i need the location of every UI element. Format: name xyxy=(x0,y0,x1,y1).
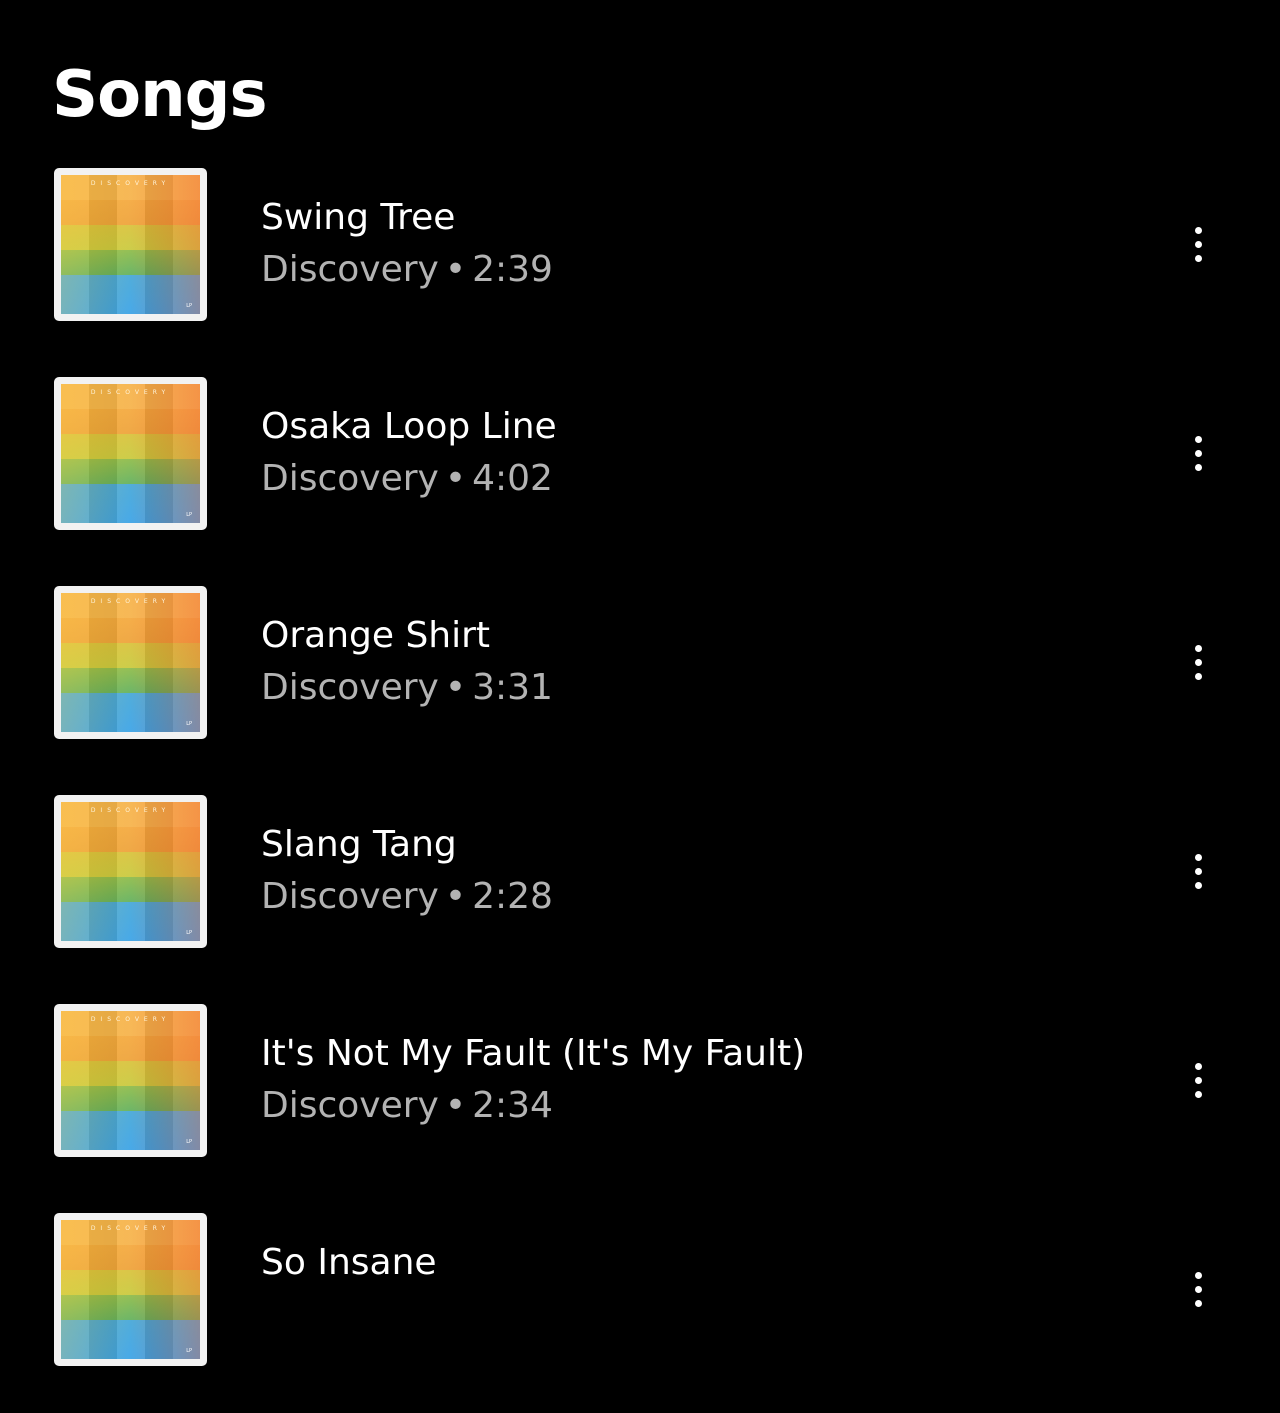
song-title: So Insane xyxy=(261,1242,437,1283)
song-album: Discovery xyxy=(261,876,439,917)
meta-separator: • xyxy=(444,876,467,917)
song-row[interactable]: DISCOVERY LP Swing Tree Discovery • 2:39 xyxy=(0,159,1280,368)
song-album: Discovery xyxy=(261,1085,439,1126)
song-album: Discovery xyxy=(261,249,439,290)
song-title: It's Not My Fault (It's My Fault) xyxy=(261,1033,806,1074)
more-vertical-icon[interactable] xyxy=(1178,1048,1218,1112)
album-cover-mark: LP xyxy=(186,930,192,936)
album-cover-label: DISCOVERY xyxy=(90,807,171,814)
album-cover-mark: LP xyxy=(186,721,192,727)
song-duration: 3:31 xyxy=(472,667,553,708)
song-title: Osaka Loop Line xyxy=(261,406,557,447)
song-title: Orange Shirt xyxy=(261,615,491,656)
song-duration: 2:28 xyxy=(472,876,553,917)
song-list: DISCOVERY LP Swing Tree Discovery • 2:39 D… xyxy=(0,159,1280,1413)
meta-separator: • xyxy=(444,458,467,499)
more-vertical-icon[interactable] xyxy=(1178,630,1218,694)
song-duration: 4:02 xyxy=(472,458,553,499)
song-title: Swing Tree xyxy=(261,197,456,238)
song-row[interactable]: DISCOVERY LP Orange Shirt Discovery • 3:31 xyxy=(0,577,1280,786)
album-cover-label: DISCOVERY xyxy=(90,389,171,396)
more-vertical-icon[interactable] xyxy=(1178,421,1218,485)
album-cover: DISCOVERY LP xyxy=(54,168,207,321)
meta-separator: • xyxy=(444,667,467,708)
song-meta: Discovery • 2:34 xyxy=(261,1080,805,1132)
album-cover: DISCOVERY LP xyxy=(54,377,207,530)
album-cover-mark: LP xyxy=(186,1139,192,1145)
album-cover-label: DISCOVERY xyxy=(90,180,171,187)
song-row[interactable]: DISCOVERY LP So Insane xyxy=(0,1204,1280,1413)
album-cover-label: DISCOVERY xyxy=(90,1225,171,1232)
album-cover: DISCOVERY LP xyxy=(54,795,207,948)
song-row[interactable]: DISCOVERY LP Osaka Loop Line Discovery • 4… xyxy=(0,368,1280,577)
song-duration: 2:39 xyxy=(472,249,553,290)
song-row[interactable]: DISCOVERY LP Slang Tang Discovery • 2:28 xyxy=(0,786,1280,995)
album-cover-label: DISCOVERY xyxy=(90,1016,171,1023)
meta-separator: • xyxy=(444,249,467,290)
album-cover-mark: LP xyxy=(186,512,192,518)
album-cover: DISCOVERY LP xyxy=(54,586,207,739)
album-cover-label: DISCOVERY xyxy=(90,598,171,605)
song-meta: Discovery • 2:39 xyxy=(261,244,553,296)
more-vertical-icon[interactable] xyxy=(1178,1257,1218,1321)
song-duration: 2:34 xyxy=(472,1085,553,1126)
song-title: Slang Tang xyxy=(261,824,457,865)
album-cover-mark: LP xyxy=(186,1348,192,1354)
song-meta: Discovery • 3:31 xyxy=(261,662,553,714)
song-album: Discovery xyxy=(261,667,439,708)
song-meta: Discovery • 4:02 xyxy=(261,453,557,505)
meta-separator: • xyxy=(444,1085,467,1126)
song-row[interactable]: DISCOVERY LP It's Not My Fault (It's My … xyxy=(0,995,1280,1204)
album-cover: DISCOVERY LP xyxy=(54,1213,207,1366)
album-cover-mark: LP xyxy=(186,303,192,309)
page-title: Songs xyxy=(52,57,268,132)
song-meta: Discovery • 2:28 xyxy=(261,871,553,923)
album-cover: DISCOVERY LP xyxy=(54,1004,207,1157)
more-vertical-icon[interactable] xyxy=(1178,212,1218,276)
more-vertical-icon[interactable] xyxy=(1178,839,1218,903)
song-album: Discovery xyxy=(261,458,439,499)
